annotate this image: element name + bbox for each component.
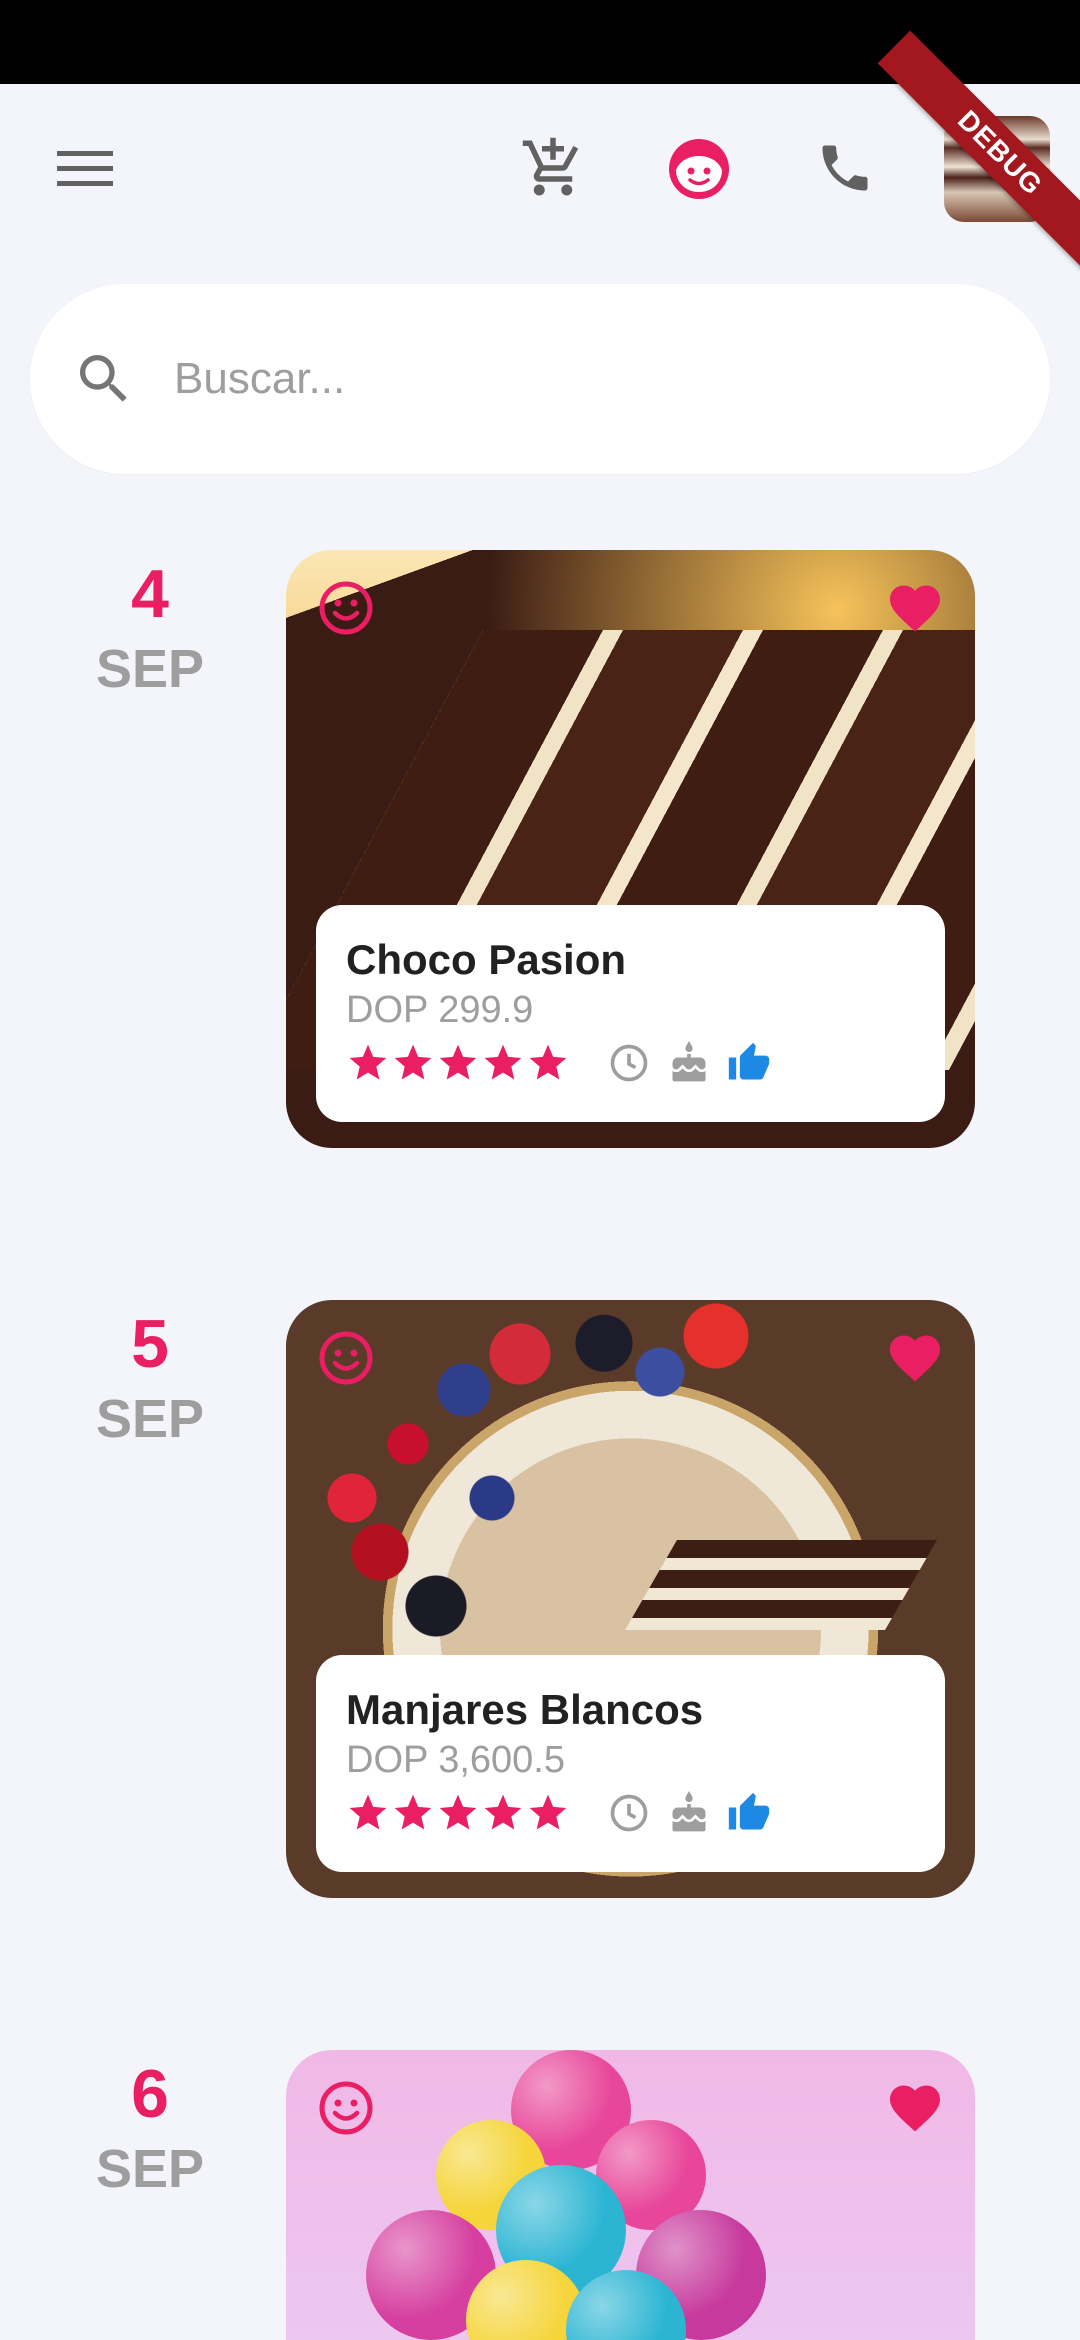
add-to-cart-button[interactable] [508,128,598,208]
star-icon [394,1044,432,1080]
menu-icon [57,151,113,186]
star-icon [349,1794,387,1830]
star-icon [394,1794,432,1830]
heart-icon[interactable] [885,1328,945,1388]
clock-icon [610,1794,648,1832]
product-card[interactable] [286,2050,975,2340]
date-day: 4 [131,556,169,632]
date-label: 4 SEP [60,554,240,704]
thumbs-up-icon[interactable] [727,1041,771,1085]
date-day: 5 [131,1306,169,1382]
thumbs-up-icon[interactable] [727,1791,771,1835]
heart-icon[interactable] [885,2078,945,2138]
search-bar[interactable] [30,284,1050,474]
product-meta [346,1791,915,1835]
star-icon [484,1044,522,1080]
star-icon [529,1794,567,1830]
product-name: Manjares Blancos [346,1686,704,1733]
cake-slice-graphic [625,1540,937,1630]
profile-button[interactable] [654,126,744,212]
date-month: SEP [95,1389,205,1449]
date-label: 6 SEP [60,2054,240,2204]
product-card[interactable]: Choco Pasion DOP 299.9 [286,550,975,1148]
menu-button[interactable] [40,134,130,204]
face-icon [669,139,729,199]
product-meta [346,1041,915,1085]
star-icon [349,1044,387,1080]
smile-icon[interactable] [316,578,376,638]
app-bar [0,84,1080,254]
smile-icon[interactable] [316,2078,376,2138]
star-icon [484,1794,522,1830]
product-price: DOP 3,600.5 [346,1739,566,1781]
phone-icon [822,145,868,191]
phone-button[interactable] [800,128,890,208]
clock-icon [610,1044,648,1082]
cake-icon [672,1791,706,1832]
search-icon [80,355,127,402]
heart-icon[interactable] [885,578,945,638]
star-icon [529,1044,567,1080]
date-month: SEP [95,2139,205,2199]
star-icon [439,1794,477,1830]
product-info: Manjares Blancos DOP 3,600.5 [316,1655,945,1872]
search-input[interactable] [174,354,974,404]
date-month: SEP [95,639,205,699]
product-name: Choco Pasion [346,936,627,983]
product-price: DOP 299.9 [346,989,534,1031]
cake-icon [672,1041,706,1082]
smile-icon[interactable] [316,1328,376,1388]
add-to-cart-icon [522,137,579,196]
date-label: 5 SEP [60,1304,240,1454]
star-icon [439,1044,477,1080]
product-info: Choco Pasion DOP 299.9 [316,905,945,1122]
product-card[interactable]: Manjares Blancos DOP 3,600.5 [286,1300,975,1898]
date-day: 6 [131,2056,169,2132]
